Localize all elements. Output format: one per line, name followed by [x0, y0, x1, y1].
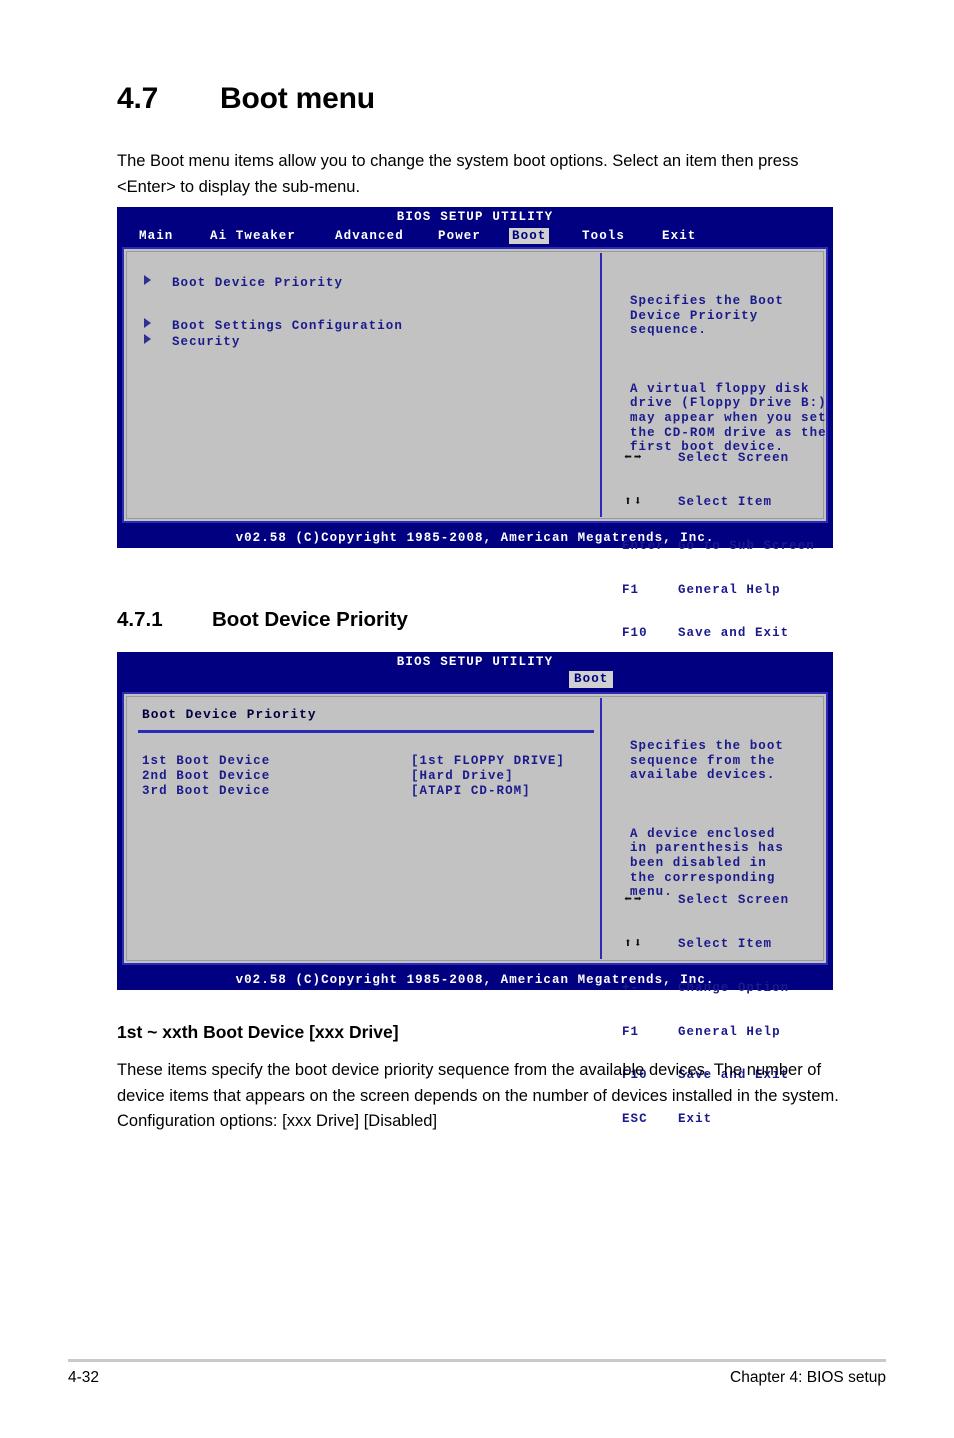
section-title: Boot menu: [220, 82, 375, 115]
bios-submenu-security[interactable]: Security: [144, 334, 240, 350]
bios-menu-bar: Main Ai Tweaker Advanced Power Boot Tool…: [117, 227, 833, 245]
bios-row-label: 3rd Boot Device: [142, 784, 271, 798]
bios-row-3rd-boot-device[interactable]: 3rd Boot Device [ATAPI CD-ROM]: [142, 784, 531, 798]
left-right-arrow-icon: ⬅➡: [624, 450, 644, 466]
bios-divider-rule: [138, 730, 594, 733]
submenu-arrow-icon: [144, 275, 151, 285]
bios-key-label: F1: [622, 582, 640, 597]
bios-menu-item-advanced[interactable]: Advanced: [332, 228, 407, 244]
bios-copyright-1: v02.58 (C)Copyright 1985-2008, American …: [235, 531, 715, 545]
bios-row-value: [1st FLOPPY DRIVE]: [411, 754, 565, 768]
up-down-arrow-icon: ⬆⬇: [624, 935, 644, 951]
item-body-paragraph: These items specify the boot device prio…: [117, 1061, 839, 1130]
bios-help-paragraph: Specifies the Boot Device Priority seque…: [630, 294, 784, 338]
bios-key-desc: Select Screen: [678, 893, 790, 908]
subsection-number: 4.7.1: [117, 608, 163, 631]
section-number: 4.7: [117, 82, 159, 115]
bios-key-row-select-screen: ⬅➡ Select Screen: [622, 892, 788, 908]
bios-content-frame-1: Boot Device Priority Boot Settings Confi…: [122, 247, 828, 684]
footer-chapter: Chapter 4: BIOS setup: [730, 1369, 886, 1386]
bios-menu-item-ai-tweaker[interactable]: Ai Tweaker: [207, 228, 299, 244]
bios-submenu-boot-settings-configuration[interactable]: Boot Settings Configuration: [144, 318, 403, 334]
bios-menu-item-main[interactable]: Main: [136, 228, 176, 244]
bios-row-2nd-boot-device[interactable]: 2nd Boot Device [Hard Drive]: [142, 769, 514, 783]
bios-menu-item-exit[interactable]: Exit: [659, 228, 699, 244]
bios-menu-item-tools[interactable]: Tools: [579, 228, 628, 244]
bios-key-desc: Select Item: [678, 936, 773, 951]
bios-screenshot-boot-menu: BIOS SETUP UTILITY Main Ai Tweaker Advan…: [117, 207, 833, 684]
bios-key-label: F1: [622, 1024, 640, 1039]
bios-submenu-label: Security: [172, 335, 241, 349]
left-right-arrow-icon: ⬅➡: [624, 892, 644, 908]
bios-menu-item-boot[interactable]: Boot: [509, 228, 550, 244]
bios-key-desc: General Help: [678, 582, 781, 597]
bios-title-2: BIOS SETUP UTILITY: [396, 655, 554, 669]
subsection-title-text: Boot Device Priority: [212, 608, 408, 631]
bios-key-row-select-item: ⬆⬇ Select Item: [622, 935, 771, 952]
bios-left-pane-2: Boot Device Priority 1st Boot Device [1st…: [128, 698, 602, 959]
bios-submenu-label: Boot Device Priority: [172, 276, 344, 290]
bios-key-desc: General Help: [678, 1024, 781, 1039]
bios-left-pane-1: Boot Device Priority Boot Settings Confi…: [128, 253, 602, 517]
bios-title-1: BIOS SETUP UTILITY: [396, 210, 554, 224]
bios-tab-boot[interactable]: Boot: [569, 671, 614, 688]
bios-key-row-select-screen: ⬅➡ Select Screen: [622, 450, 788, 466]
bios-key-row-f1: F1 General Help: [622, 1024, 780, 1040]
submenu-arrow-icon: [144, 318, 151, 328]
bios-key-desc: Select Item: [678, 494, 773, 509]
bios-menu-item-power[interactable]: Power: [435, 228, 484, 244]
bios-row-value: [ATAPI CD-ROM]: [411, 784, 531, 798]
bios-submenu-label: Boot Settings Configuration: [172, 319, 403, 333]
item-heading: 1st ~ xxth Boot Device [xxx Drive]: [117, 1022, 399, 1042]
bios-row-value: [Hard Drive]: [411, 769, 514, 783]
bios-content-frame-2: Boot Device Priority 1st Boot Device [1st…: [122, 692, 828, 1126]
bios-pane-heading: Boot Device Priority: [142, 707, 317, 722]
bios-key-row-select-item: ⬆⬇ Select Item: [622, 493, 771, 510]
submenu-arrow-icon: [144, 334, 151, 344]
bios-key-desc: Save and Exit: [678, 626, 790, 641]
subsection-title: 4.7.1 Boot Device Priority: [117, 608, 408, 632]
bios-help-pane-2: Specifies the boot sequence from the ava…: [606, 698, 822, 1126]
up-down-arrow-icon: ⬆⬇: [624, 493, 644, 509]
bios-submenu-boot-device-priority[interactable]: Boot Device Priority: [144, 275, 343, 291]
bios-row-label: 1st Boot Device: [142, 754, 271, 768]
bios-key-desc: Select Screen: [678, 451, 790, 466]
bios-key-row-f1: F1 General Help: [622, 582, 780, 598]
footer-divider: [68, 1359, 886, 1362]
bios-screenshot-boot-device-priority: BIOS SETUP UTILITY Boot Boot Device Prio…: [117, 652, 833, 1126]
bios-copyright-2: v02.58 (C)Copyright 1985-2008, American …: [235, 973, 715, 987]
bios-help-pane-1: Specifies the Boot Device Priority seque…: [606, 253, 826, 684]
section-intro-paragraph: The Boot menu items allow you to change …: [117, 152, 799, 196]
footer-page-number: 4-32: [68, 1369, 100, 1386]
bios-help-paragraph: Specifies the boot sequence from the ava…: [630, 739, 784, 783]
bios-key-row-f10: F10 Save and Exit: [622, 626, 788, 641]
bios-row-label: 2nd Boot Device: [142, 769, 271, 783]
manual-page: 4.7 Boot menu The Boot menu items allow y…: [0, 0, 954, 1438]
bios-key-label: F10: [622, 626, 648, 641]
page-title: 4.7 Boot menu: [117, 82, 375, 116]
bios-row-1st-boot-device[interactable]: 1st Boot Device [1st FLOPPY DRIVE]: [142, 754, 565, 768]
